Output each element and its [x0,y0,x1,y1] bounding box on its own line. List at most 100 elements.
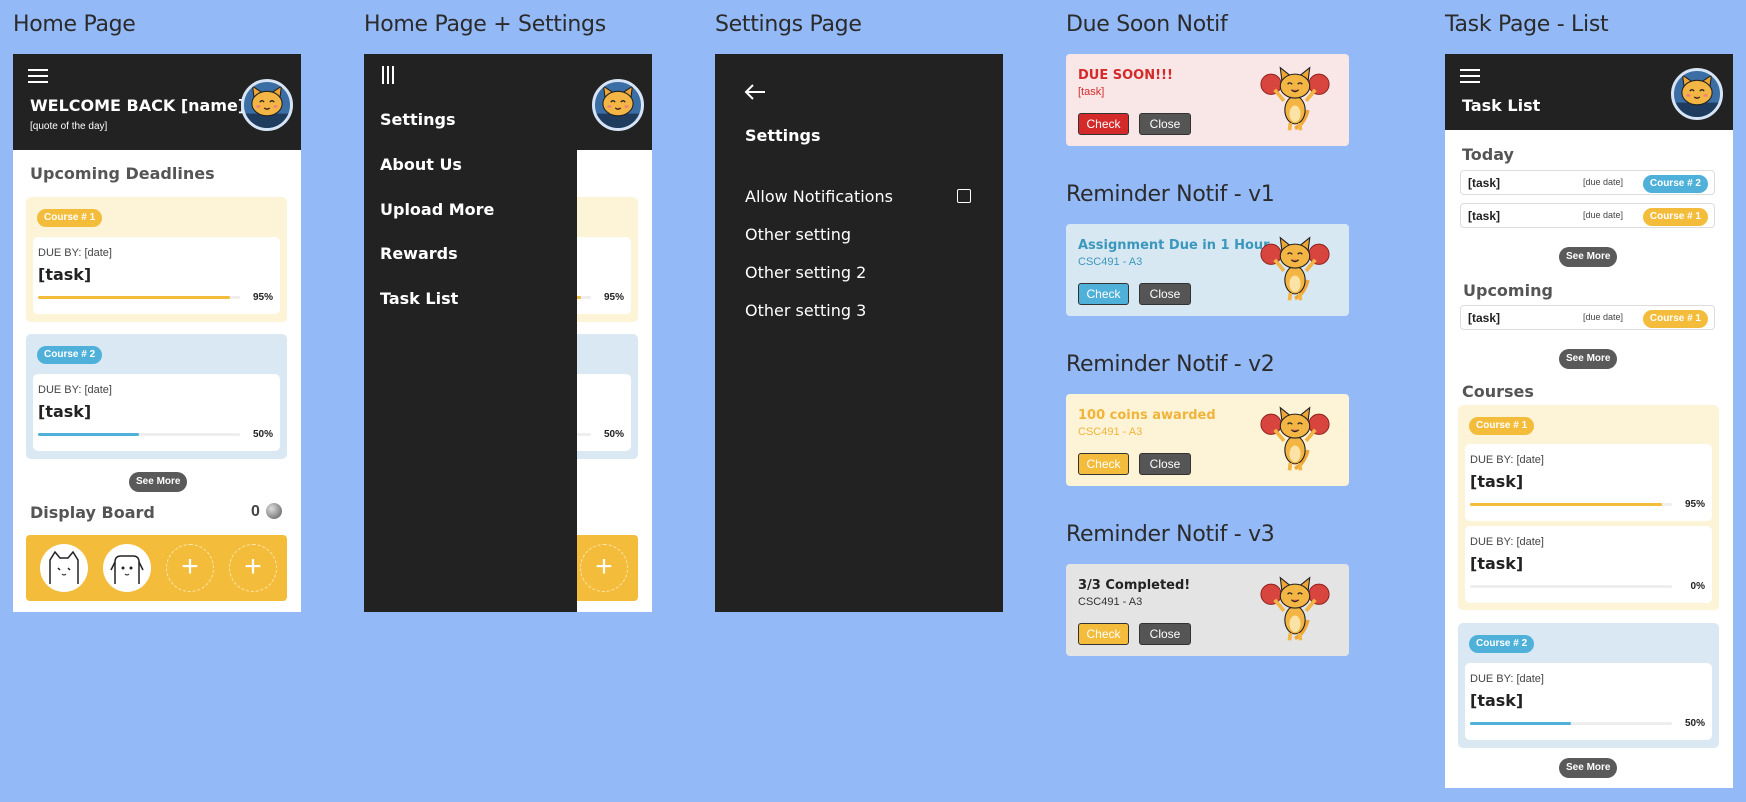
notifications-checkbox[interactable] [957,189,971,203]
progress-bar [38,433,240,436]
progress-bar [38,296,240,299]
see-more-button[interactable]: See More [1559,349,1618,369]
coin-icon [266,503,282,519]
task-box[interactable]: DUE BY: [date] [task] 95% [1465,444,1712,521]
reminder-notification-v1: Assignment Due in 1 Hour CSC491 - A3 Che… [1066,224,1349,316]
task-list-title: Task List [1462,96,1541,115]
deadline-card[interactable]: Course # 2 DUE BY: [date] [task] 50% [26,334,287,459]
setting-other-2[interactable]: Other setting 2 [745,263,866,282]
avatar[interactable] [241,79,293,131]
frame-title-reminder-v3: Reminder Notif - v3 [1066,522,1275,547]
back-arrow-icon[interactable] [744,84,766,100]
cheering-cat-icon [1259,65,1331,133]
task-name: [task] [1470,691,1524,710]
progress-percent: 0% [1690,581,1705,592]
close-button[interactable]: Close [1139,623,1191,645]
task-name: [task] [1470,554,1524,573]
home-page-screen: WELCOME BACK [name]! [quote of the day] … [13,54,301,612]
menu-item-task-list[interactable]: Task List [380,289,458,308]
course-badge: Course # 2 [37,346,103,364]
cheering-cat-icon [1259,235,1331,303]
menu-item-upload-more[interactable]: Upload More [380,200,494,219]
menu-item-rewards[interactable]: Rewards [380,244,458,263]
course-card: Course # 1 DUE BY: [date] [task] 95% DUE… [1458,405,1719,610]
cheering-cat-icon [1259,405,1331,473]
see-more-button[interactable]: See More [1559,758,1618,778]
task-box[interactable]: DUE BY: [date] [task] 50% [1465,663,1712,740]
close-button[interactable]: Close [1139,283,1191,305]
side-menu: Settings About Us Upload More Rewards Ta… [364,54,577,612]
coin-count: 0 [251,503,260,520]
task-name: [task] [1468,209,1501,223]
add-slot-button[interactable]: + [229,544,277,592]
notification-subtitle: CSC491 - A3 [1078,426,1143,438]
notification-title: 100 coins awarded [1078,408,1216,423]
progress-percent: 50% [1684,718,1705,729]
due-by-label: DUE BY: [date] [38,384,112,396]
course-badge: Course # 1 [37,209,103,227]
task-box[interactable]: DUE BY: [date] [task] 0% [1465,526,1712,603]
frame-title-home: Home Page [13,12,136,37]
frame-title-reminder-v1: Reminder Notif - v1 [1066,182,1275,207]
progress-bar [1470,585,1672,588]
upcoming-deadlines-heading: Upcoming Deadlines [30,164,215,183]
task-name: [task] [1470,472,1524,491]
task-row[interactable]: [task] [due date] Course # 2 [1460,170,1715,195]
task-row[interactable]: [task] [due date] Course # 1 [1460,203,1715,228]
progress-bar [1470,722,1672,725]
setting-other-3[interactable]: Other setting 3 [745,301,866,320]
add-slot-button[interactable]: + [166,544,214,592]
progress-bar [1470,503,1672,506]
avatar[interactable] [1671,68,1723,120]
add-slot-button[interactable]: + [580,544,628,592]
see-more-button[interactable]: See More [1559,247,1618,267]
task-name: [task] [1468,311,1501,325]
task-list-header: Task List [1445,54,1733,130]
cheering-cat-icon [1259,575,1331,643]
progress-percent: 95% [1684,499,1705,510]
due-by-label: DUE BY: [date] [1470,673,1544,685]
dog-pet-icon[interactable] [103,544,151,592]
cat-pet-icon[interactable] [40,544,88,592]
check-button[interactable]: Check [1078,113,1129,135]
menu-close-icon[interactable] [382,66,396,84]
hamburger-menu-icon[interactable] [28,69,48,83]
task-box: DUE BY: [date] [task] 50% [33,374,280,451]
home-header: WELCOME BACK [name]! [quote of the day] [13,54,301,150]
see-more-button[interactable]: See More [129,472,188,492]
reminder-notification-v3: 3/3 Completed! CSC491 - A3 Check Close [1066,564,1349,656]
frame-title-reminder-v2: Reminder Notif - v2 [1066,352,1275,377]
notification-title: 3/3 Completed! [1078,578,1191,593]
menu-item-about-us[interactable]: About Us [380,155,462,174]
frame-title-due-soon: Due Soon Notif [1066,12,1228,37]
due-date: [due date] [1583,210,1624,220]
close-button[interactable]: Close [1139,453,1191,475]
course-badge: Course # 1 [1642,310,1708,328]
setting-other[interactable]: Other setting [745,225,851,244]
display-board-heading: Display Board [30,503,155,522]
settings-title: Settings [745,126,821,145]
deadline-card[interactable]: Course # 1 DUE BY: [date] [task] 95% [26,197,287,322]
today-heading: Today [1462,145,1514,164]
check-button[interactable]: Check [1078,623,1129,645]
due-date: [due date] [1583,312,1624,322]
menu-item-settings[interactable]: Settings [380,110,456,129]
course-badge: Course # 2 [1642,175,1708,193]
task-row[interactable]: [task] [due date] Course # 1 [1460,305,1715,330]
check-button[interactable]: Check [1078,283,1129,305]
check-button[interactable]: Check [1078,453,1129,475]
course-badge: Course # 1 [1469,417,1535,435]
setting-allow-notifications[interactable]: Allow Notifications [745,187,893,206]
cat-avatar-icon [1674,74,1720,117]
due-date: [due date] [1583,177,1624,187]
task-name: [task] [1468,176,1501,190]
notification-subtitle: [task] [1078,86,1105,98]
progress-percent: 95% [252,292,273,303]
avatar[interactable] [592,79,644,131]
hamburger-menu-icon[interactable] [1460,69,1480,83]
close-button[interactable]: Close [1139,113,1191,135]
task-name: [task] [38,402,92,421]
notification-title: Assignment Due in 1 Hour [1078,238,1270,253]
display-board: + + [26,535,287,601]
cat-avatar-icon [595,85,641,128]
